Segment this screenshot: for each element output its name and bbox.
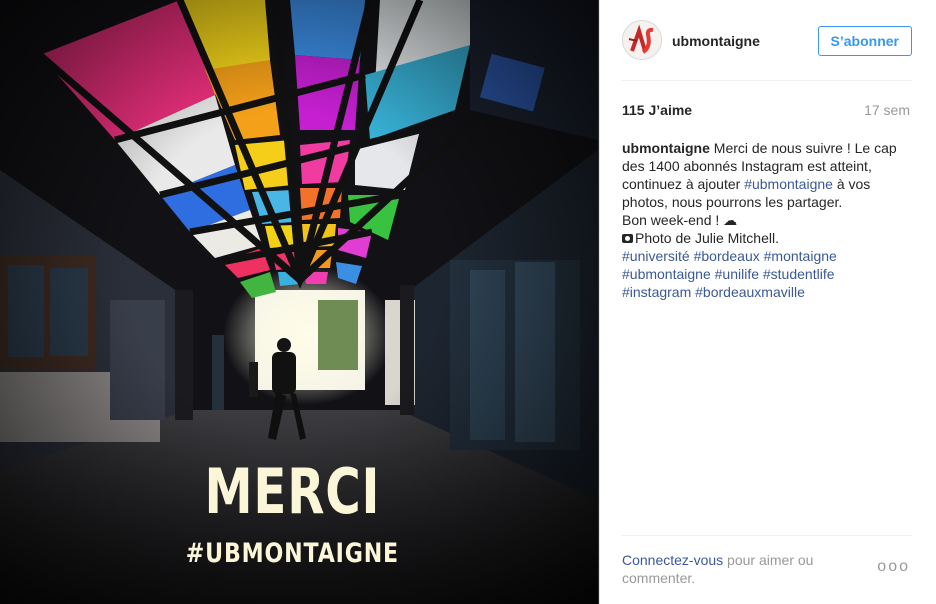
post-caption: ubmontaigne Merci de nous suivre ! Le ca…: [622, 139, 918, 301]
caption-line: Bon week-end ! ☁: [622, 212, 738, 228]
hashtag-line[interactable]: #instagram #bordeauxmaville: [622, 283, 918, 301]
caption-line: photos, nous pourrons les partager.: [622, 194, 843, 210]
follow-button[interactable]: S’abonner: [817, 26, 912, 56]
divider: [622, 535, 912, 536]
more-options-icon[interactable]: ooo: [877, 558, 910, 576]
overlay-hashtag: #UBMONTAIGNE: [185, 538, 400, 569]
post-details-panel: ubmontaigne S’abonner 115 J’aime 17 sem …: [599, 0, 936, 604]
caption-line: ubmontaigne Merci de nous suivre ! Le ca…: [622, 140, 897, 156]
post-photo[interactable]: MERCI #UBMONTAIGNE: [0, 0, 598, 604]
post-age[interactable]: 17 sem: [864, 102, 910, 118]
caption-line: des 1400 abonnés Instagram est atteint,: [622, 158, 872, 174]
likes-count[interactable]: 115 J’aime: [622, 102, 692, 118]
overlay-title: MERCI: [204, 455, 381, 528]
avatar-logo: [623, 21, 661, 59]
divider: [622, 80, 912, 81]
login-prompt: Connectez-vous pour aimer ou commenter.: [622, 552, 814, 586]
caption-line: Photo de Julie Mitchell.: [622, 229, 918, 247]
hashtag-link[interactable]: #ubmontaigne: [744, 176, 833, 192]
avatar[interactable]: [622, 20, 662, 60]
post-header: ubmontaigne S’abonner: [622, 18, 912, 64]
hashtag-line[interactable]: #ubmontaigne #unilife #studentlife: [622, 265, 918, 283]
post-username[interactable]: ubmontaigne: [672, 33, 760, 49]
caption-line: continuez à ajouter #ubmontaigne à vos: [622, 176, 871, 192]
login-link[interactable]: Connectez-vous: [622, 552, 723, 568]
caption-username[interactable]: ubmontaigne: [622, 140, 710, 156]
hashtag-line[interactable]: #université #bordeaux #montaigne: [622, 247, 918, 265]
camera-icon: [622, 234, 633, 243]
